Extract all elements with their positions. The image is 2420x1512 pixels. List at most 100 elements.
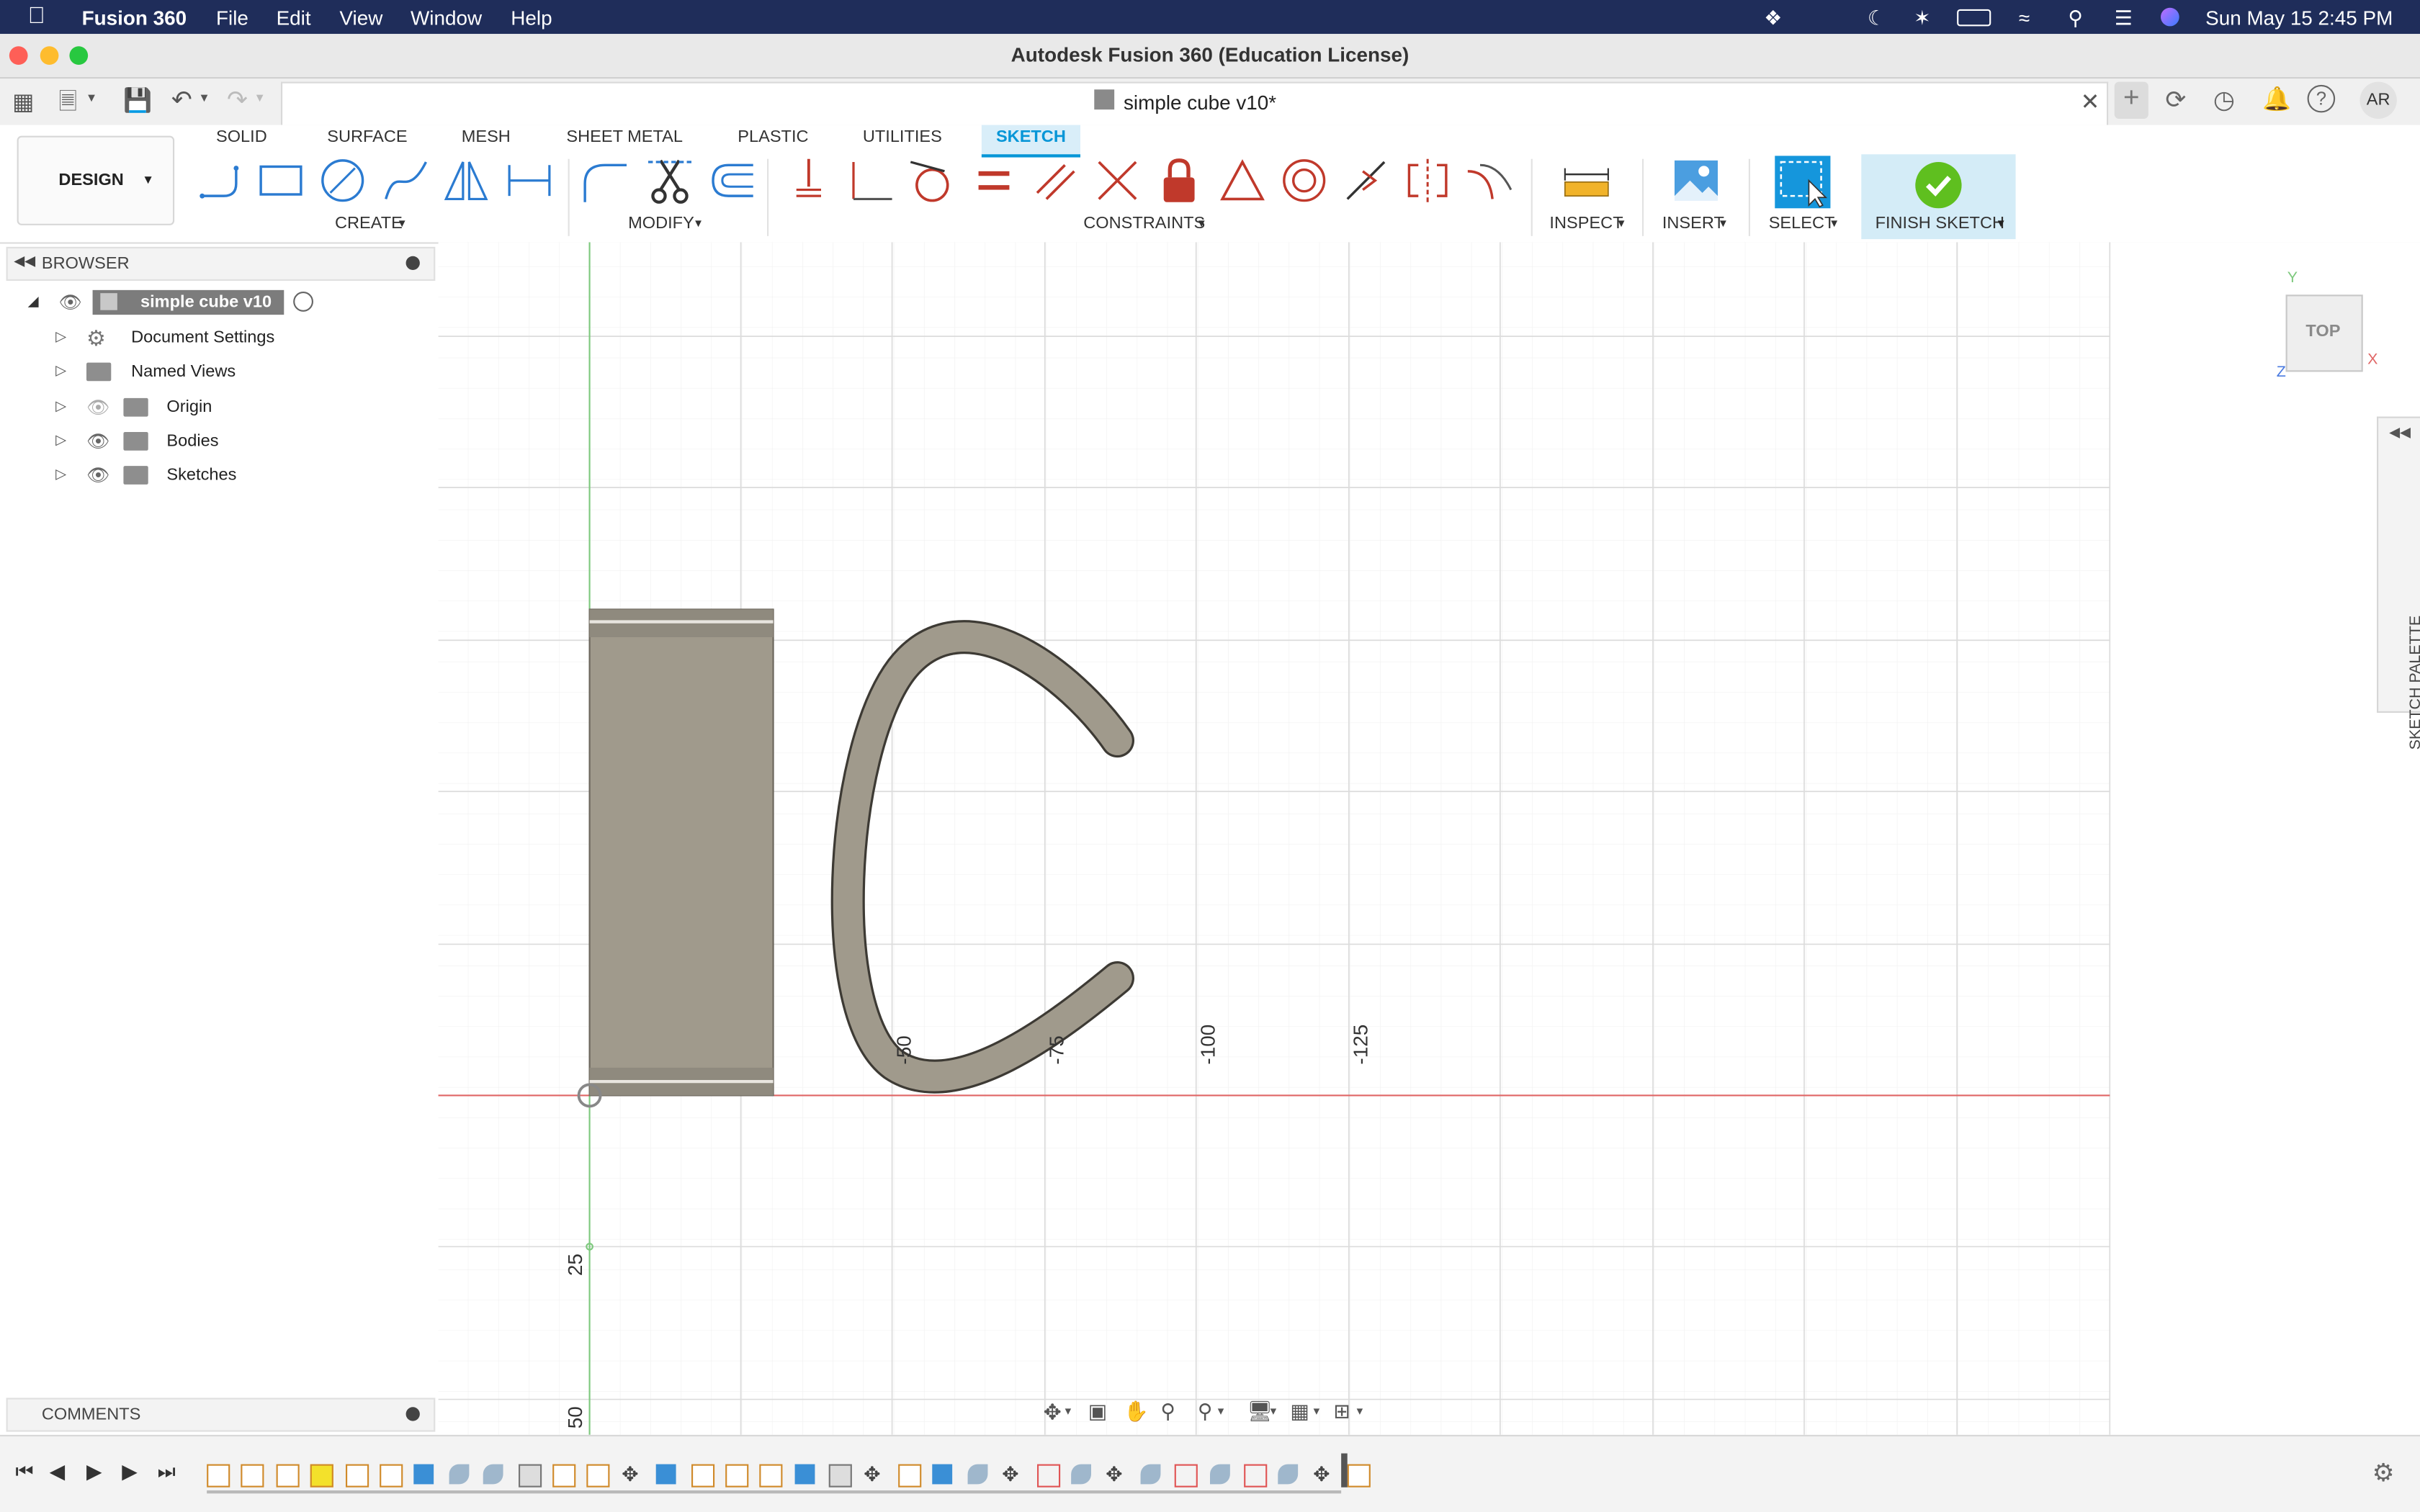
viewports-dropdown-icon[interactable]: ▾ — [1357, 1404, 1363, 1418]
visibility-eye-icon[interactable]: 👁 — [86, 464, 110, 486]
notifications-bell-icon[interactable]: 🔔 — [2262, 85, 2291, 112]
select-group-label[interactable]: SELECT — [1769, 215, 1835, 233]
browser-pin-icon[interactable] — [405, 256, 420, 270]
timeline-move-feature-icon[interactable]: ✥ — [864, 1464, 884, 1485]
timeline-sketch-feature-icon[interactable] — [760, 1464, 784, 1488]
timeline-fillet-feature-icon[interactable] — [1140, 1464, 1160, 1485]
grid-dropdown-icon[interactable]: ▾ — [1314, 1404, 1320, 1418]
timeline-sketch-feature-icon[interactable] — [310, 1464, 334, 1488]
insert-dropdown-icon[interactable]: ▼ — [1718, 219, 1729, 230]
inspect-dropdown-icon[interactable]: ▼ — [1616, 219, 1627, 230]
look-at-icon[interactable]: ▣ — [1088, 1400, 1107, 1424]
timeline-step-back-icon[interactable]: ◀ — [50, 1459, 65, 1484]
apple-icon[interactable]:  — [28, 3, 45, 29]
timeline-sketch-feature-icon[interactable] — [207, 1464, 230, 1488]
modify-dropdown-icon[interactable]: ▼ — [693, 219, 704, 230]
viewports-icon[interactable]: ⊞ — [1333, 1400, 1350, 1424]
sketch-dimension-icon[interactable] — [505, 156, 555, 205]
timeline-move-feature-icon[interactable]: ✥ — [1002, 1464, 1022, 1485]
bluetooth-icon[interactable]: ✶ — [1914, 6, 1930, 31]
inspect-group-label[interactable]: INSPECT — [1549, 215, 1623, 233]
timeline-error-feature-icon[interactable] — [1175, 1464, 1198, 1488]
equal-constraint-icon[interactable] — [969, 156, 1019, 205]
timeline-fillet-feature-icon[interactable] — [1209, 1464, 1229, 1485]
timeline-feature-icon[interactable] — [829, 1464, 853, 1488]
timeline-extrude-feature-icon[interactable] — [933, 1464, 953, 1485]
expand-triangle-icon[interactable]: ▷ — [55, 363, 66, 380]
measure-ruler-icon[interactable] — [1562, 156, 1612, 205]
timeline-fillet-feature-icon[interactable] — [967, 1464, 987, 1485]
browser-item-sketches[interactable]: ▷ 👁 Sketches — [55, 462, 364, 492]
save-icon[interactable]: 💾 — [123, 86, 152, 114]
menu-file[interactable]: File — [216, 6, 248, 30]
collinear-constraint-icon[interactable] — [1093, 156, 1142, 205]
dropbox-icon[interactable]: ❖ — [1764, 6, 1782, 31]
undo-icon[interactable]: ↶ — [171, 85, 192, 116]
timeline-fillet-feature-icon[interactable] — [1278, 1464, 1299, 1485]
finish-sketch-button[interactable]: FINISH SKETCH ▼ — [1861, 154, 2016, 240]
select-dropdown-icon[interactable]: ▼ — [1829, 219, 1839, 230]
parallel-constraint-icon[interactable] — [1031, 156, 1080, 205]
expand-triangle-icon[interactable]: ▷ — [55, 466, 66, 483]
design-canvas[interactable]: -50 -75 -100 -125 25 50 TOP Y X Z ◀◀ SKE… — [438, 242, 2420, 1435]
timeline-sketch-feature-icon[interactable] — [587, 1464, 611, 1488]
timeline-sketch-feature-icon[interactable] — [1348, 1464, 1371, 1488]
chevron-down-icon[interactable]: ▾ — [88, 89, 95, 107]
create-group-label[interactable]: CREATE — [335, 215, 403, 233]
trim-scissors-icon[interactable] — [645, 156, 695, 205]
add-comment-icon[interactable] — [405, 1407, 420, 1421]
timeline-error-feature-icon[interactable] — [1244, 1464, 1268, 1488]
timeline-play-icon[interactable]: ▶ — [86, 1459, 102, 1484]
menu-edit[interactable]: Edit — [277, 6, 311, 30]
display-settings-icon[interactable]: 🖥 — [1247, 1400, 1272, 1424]
line-tool-icon[interactable] — [196, 156, 246, 205]
midpoint-constraint-icon[interactable] — [1218, 156, 1268, 205]
user-avatar[interactable]: AR — [2360, 81, 2397, 119]
siri-icon[interactable] — [2161, 7, 2179, 27]
viewcube[interactable]: TOP — [2285, 294, 2363, 372]
concentric-constraint-icon[interactable] — [1279, 156, 1329, 205]
constraints-group-label[interactable]: CONSTRAINTS — [1083, 215, 1205, 233]
timeline-marker[interactable] — [1341, 1453, 1348, 1488]
pan-hand-icon[interactable]: ✋ — [1124, 1400, 1149, 1424]
close-tab-icon[interactable]: ✕ — [2081, 88, 2100, 115]
offset-tool-icon[interactable] — [707, 156, 756, 205]
insert-group-label[interactable]: INSERT — [1662, 215, 1724, 233]
menu-view[interactable]: View — [339, 6, 382, 30]
menu-app-name[interactable]: Fusion 360 — [82, 6, 187, 30]
menu-window[interactable]: Window — [411, 6, 482, 30]
activate-component-icon[interactable] — [293, 292, 313, 312]
wifi-icon[interactable]: ≈ — [2019, 6, 2030, 30]
coincident-constraint-icon[interactable] — [784, 156, 834, 205]
sketch-palette-collapsed[interactable]: ◀◀ SKETCH PALETTE — [2377, 416, 2420, 750]
timeline-feature-icon[interactable] — [518, 1464, 542, 1488]
tab-mesh[interactable]: MESH — [462, 128, 511, 147]
timeline-move-feature-icon[interactable]: ✥ — [622, 1464, 642, 1485]
redo-icon[interactable]: ↷ — [227, 85, 248, 116]
horizontal-vertical-constraint-icon[interactable] — [1341, 156, 1391, 205]
timeline-fillet-feature-icon[interactable] — [1071, 1464, 1091, 1485]
browser-item-origin[interactable]: ▷ 👁 Origin — [55, 393, 364, 424]
help-icon[interactable]: ? — [2307, 84, 2336, 113]
zoom-icon[interactable]: ⚲ — [1160, 1400, 1175, 1424]
expand-triangle-icon[interactable]: ▷ — [55, 432, 66, 449]
symmetry-constraint-icon[interactable] — [1403, 156, 1453, 205]
select-tool-icon[interactable] — [1775, 156, 1831, 209]
timeline-fillet-feature-icon[interactable] — [449, 1464, 469, 1485]
timeline-settings-gear-icon[interactable]: ⚙ — [2372, 1458, 2395, 1489]
timeline-fillet-feature-icon[interactable] — [483, 1464, 503, 1485]
timeline-sketch-feature-icon[interactable] — [691, 1464, 714, 1488]
visibility-eye-icon[interactable]: 👁 — [86, 431, 110, 452]
timeline-move-feature-icon[interactable]: ✥ — [1106, 1464, 1126, 1485]
workspace-switcher[interactable]: DESIGN ▼ — [17, 135, 175, 225]
timeline-sketch-feature-icon[interactable] — [380, 1464, 403, 1488]
constraints-dropdown-icon[interactable]: ▼ — [1196, 219, 1207, 230]
document-tab[interactable]: simple cube v10* ✕ — [281, 81, 2109, 125]
tab-sketch[interactable]: SKETCH — [981, 125, 1080, 158]
timeline-sketch-feature-icon[interactable] — [552, 1464, 576, 1488]
spline-tool-icon[interactable] — [381, 156, 431, 205]
circle-tool-icon[interactable] — [318, 156, 367, 205]
perpendicular-constraint-icon[interactable] — [846, 156, 895, 205]
browser-root-row[interactable]: ◢ 👁 simple cube v10 — [28, 289, 337, 320]
tab-surface[interactable]: SURFACE — [327, 128, 407, 147]
